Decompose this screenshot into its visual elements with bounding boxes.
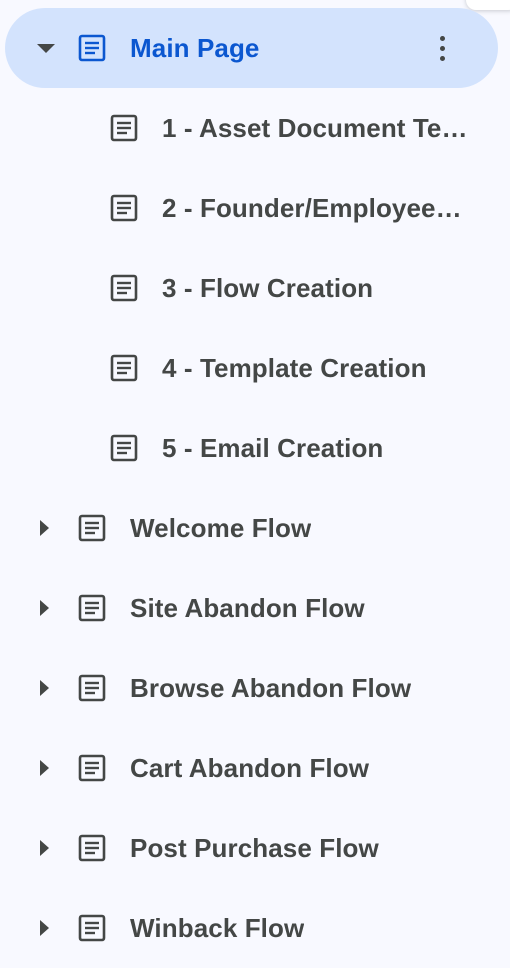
document-icon — [110, 114, 138, 142]
outline-item-browse-abandon-flow[interactable]: Browse Abandon Flow — [0, 648, 510, 728]
collapse-toggle[interactable] — [34, 36, 58, 60]
outline-item-cart-abandon-flow[interactable]: Cart Abandon Flow — [0, 728, 510, 808]
expand-toggle[interactable] — [32, 916, 56, 940]
caret-down-icon — [37, 43, 55, 53]
document-icon — [78, 674, 106, 702]
outline-item-post-purchase-flow[interactable]: Post Purchase Flow — [0, 808, 510, 888]
outline-item-winback-flow[interactable]: Winback Flow — [0, 888, 510, 968]
outline-item-main-page[interactable]: Main Page — [5, 8, 498, 88]
caret-right-icon — [39, 840, 49, 856]
outline-subitem-label: 1 - Asset Document Te… — [162, 112, 468, 143]
outline-subitem[interactable]: 5 - Email Creation — [0, 408, 510, 488]
document-icon — [110, 354, 138, 382]
expand-toggle[interactable] — [32, 756, 56, 780]
outline-subitem[interactable]: 1 - Asset Document Te… — [0, 88, 510, 168]
caret-right-icon — [39, 680, 49, 696]
caret-right-icon — [39, 920, 49, 936]
outline-item-label: Browse Abandon Flow — [130, 672, 412, 703]
outline-item-label: Winback Flow — [130, 912, 305, 943]
caret-right-icon — [39, 520, 49, 536]
document-outline: Main Page 1 - Asset Document Te… 2 - Fou… — [0, 0, 510, 968]
outline-subitem[interactable]: 4 - Template Creation — [0, 328, 510, 408]
outline-subitem[interactable]: 3 - Flow Creation — [0, 248, 510, 328]
document-icon — [110, 194, 138, 222]
document-icon — [78, 514, 106, 542]
outline-item-label: Cart Abandon Flow — [130, 752, 370, 783]
outline-item-label: Main Page — [130, 32, 260, 63]
outline-item-welcome-flow[interactable]: Welcome Flow — [0, 488, 510, 568]
more-vert-icon[interactable] — [430, 28, 454, 68]
document-icon — [110, 274, 138, 302]
document-icon — [78, 914, 106, 942]
expand-toggle[interactable] — [32, 676, 56, 700]
document-icon — [78, 594, 106, 622]
outline-item-label: Site Abandon Flow — [130, 592, 365, 623]
outline-item-site-abandon-flow[interactable]: Site Abandon Flow — [0, 568, 510, 648]
caret-right-icon — [39, 600, 49, 616]
outline-item-label: Welcome Flow — [130, 512, 312, 543]
expand-toggle[interactable] — [32, 836, 56, 860]
document-icon — [78, 834, 106, 862]
outline-subitem[interactable]: 2 - Founder/Employee… — [0, 168, 510, 248]
outline-subitem-label: 4 - Template Creation — [162, 352, 427, 383]
expand-toggle[interactable] — [32, 596, 56, 620]
outline-subitem-label: 2 - Founder/Employee… — [162, 192, 462, 223]
outline-item-label: Post Purchase Flow — [130, 832, 379, 863]
expand-toggle[interactable] — [32, 516, 56, 540]
outline-subitem-label: 3 - Flow Creation — [162, 272, 374, 303]
caret-right-icon — [39, 760, 49, 776]
document-icon — [110, 434, 138, 462]
document-icon — [78, 754, 106, 782]
outline-subitem-label: 5 - Email Creation — [162, 432, 384, 463]
document-icon — [78, 34, 106, 62]
